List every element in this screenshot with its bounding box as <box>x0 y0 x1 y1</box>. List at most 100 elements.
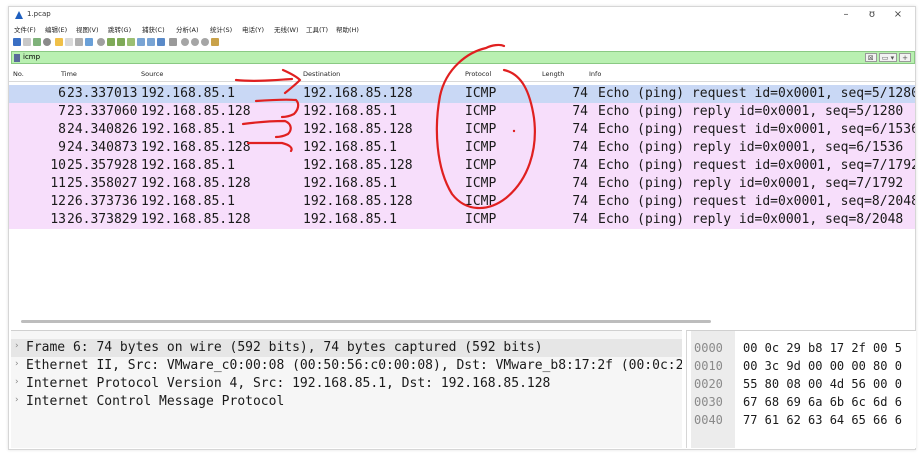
column-header-no[interactable]: No. <box>13 70 24 78</box>
title-bar: 1.pcap – ʊ × <box>9 7 915 23</box>
packet-source: 192.168.85.1 <box>141 122 235 137</box>
zoom-in-icon[interactable] <box>181 38 189 46</box>
open-file-icon[interactable] <box>55 38 63 46</box>
menu-analyze[interactable]: 分析(A) <box>176 24 199 34</box>
detail-row-ipv4[interactable]: › Internet Protocol Version 4, Src: 192.… <box>11 375 682 393</box>
expand-arrow-icon[interactable]: › <box>15 341 19 351</box>
packet-row[interactable]: 12 26.373736 192.168.85.1 192.168.85.128… <box>9 193 915 211</box>
stop-capture-icon[interactable] <box>23 38 31 46</box>
start-capture-icon[interactable] <box>13 38 21 46</box>
apply-filter-icon[interactable]: ▭ ▾ <box>878 53 898 62</box>
packet-protocol: ICMP <box>465 140 497 155</box>
bytes-line[interactable]: 0020 55 80 08 00 4d 56 00 0 <box>687 375 916 393</box>
byte-hex: 00 3c 9d 00 00 00 80 0 <box>743 359 902 373</box>
column-header-destination[interactable]: Destination <box>303 70 340 78</box>
reload-file-icon[interactable] <box>85 38 93 46</box>
column-header-source[interactable]: Source <box>141 70 163 78</box>
save-file-icon[interactable] <box>65 38 73 46</box>
byte-offset: 0020 <box>691 377 735 393</box>
menu-view[interactable]: 视图(V) <box>76 24 99 34</box>
expand-arrow-icon[interactable]: › <box>15 395 19 405</box>
packet-row[interactable]: 7 23.337060 192.168.85.128 192.168.85.1 … <box>9 103 915 121</box>
menu-telephony[interactable]: 电话(Y) <box>242 24 264 34</box>
restore-button[interactable]: ʊ <box>861 8 883 22</box>
packet-row[interactable]: 8 24.340826 192.168.85.1 192.168.85.128 … <box>9 121 915 139</box>
colorize-icon[interactable] <box>169 38 177 46</box>
find-packet-icon[interactable] <box>97 38 105 46</box>
first-packet-icon[interactable] <box>137 38 145 46</box>
column-header-protocol[interactable]: Protocol <box>465 70 491 78</box>
autoscroll-icon[interactable] <box>157 38 165 46</box>
minimize-button[interactable]: – <box>835 8 857 22</box>
packet-protocol: ICMP <box>465 104 497 119</box>
menu-file[interactable]: 文件(F) <box>14 24 36 34</box>
bytes-line[interactable]: 0040 77 61 62 63 64 65 66 6 <box>687 411 916 429</box>
resize-columns-icon[interactable] <box>211 38 219 46</box>
packet-length: 74 <box>572 122 588 137</box>
packet-no: 13 <box>50 212 66 227</box>
bytes-line[interactable]: 0000 00 0c 29 b8 17 2f 00 5 <box>687 339 916 357</box>
menu-statistics[interactable]: 统计(S) <box>210 24 232 34</box>
menu-go[interactable]: 跳转(G) <box>108 24 131 34</box>
packet-source: 192.168.85.1 <box>141 194 235 209</box>
packet-length: 74 <box>572 104 588 119</box>
close-file-icon[interactable] <box>75 38 83 46</box>
add-filter-button-icon[interactable]: + <box>899 53 911 62</box>
packet-protocol: ICMP <box>465 122 497 137</box>
column-header-length[interactable]: Length <box>542 70 564 78</box>
packet-no: 11 <box>50 176 66 191</box>
packet-time: 25.357928 <box>67 158 138 173</box>
detail-row-icmp[interactable]: › Internet Control Message Protocol <box>11 393 682 411</box>
byte-offset: 0040 <box>691 413 735 429</box>
detail-row-frame[interactable]: › Frame 6: 74 bytes on wire (592 bits), … <box>11 339 682 357</box>
normal-size-icon[interactable] <box>201 38 209 46</box>
menu-capture[interactable]: 捕获(C) <box>142 24 165 34</box>
detail-row-ethernet[interactable]: › Ethernet II, Src: VMware_c0:00:08 (00:… <box>11 357 682 375</box>
zoom-out-icon[interactable] <box>191 38 199 46</box>
menu-help[interactable]: 帮助(H) <box>336 24 359 34</box>
menu-wireless[interactable]: 无线(W) <box>274 24 299 34</box>
go-back-icon[interactable] <box>107 38 115 46</box>
packet-info: Echo (ping) reply id=0x0001, seq=5/1280 <box>598 104 904 119</box>
packet-row[interactable]: 13 26.373829 192.168.85.128 192.168.85.1… <box>9 211 915 229</box>
wireshark-window: 1.pcap – ʊ × 文件(F) 编辑(E) 视图(V) 跳转(G) 捕获(… <box>8 6 916 450</box>
bytes-line[interactable]: 0030 67 68 69 6a 6b 6c 6d 6 <box>687 393 916 411</box>
pane-splitter[interactable] <box>9 320 721 324</box>
bookmark-icon[interactable] <box>14 54 20 62</box>
close-button[interactable]: × <box>887 8 909 22</box>
packet-destination: 192.168.85.128 <box>303 122 413 137</box>
packet-row[interactable]: 9 24.340873 192.168.85.128 192.168.85.1 … <box>9 139 915 157</box>
packet-no: 9 <box>58 140 66 155</box>
wireshark-fin-icon <box>15 11 23 19</box>
menu-tools[interactable]: 工具(T) <box>306 24 328 34</box>
restart-capture-icon[interactable] <box>33 38 41 46</box>
packet-destination: 192.168.85.1 <box>303 212 397 227</box>
column-header-time[interactable]: Time <box>61 70 77 78</box>
go-to-packet-icon[interactable] <box>127 38 135 46</box>
display-filter-bar[interactable]: icmp ⊠ ▭ ▾ + <box>11 51 915 64</box>
byte-hex: 55 80 08 00 4d 56 00 0 <box>743 377 902 391</box>
packet-row[interactable]: 6 23.337013 192.168.85.1 192.168.85.128 … <box>9 85 915 103</box>
capture-options-icon[interactable] <box>43 38 51 46</box>
packet-destination: 192.168.85.1 <box>303 104 397 119</box>
expand-arrow-icon[interactable]: › <box>15 359 19 369</box>
byte-offset: 0010 <box>691 359 735 375</box>
horizontal-scrollbar[interactable] <box>21 320 711 323</box>
packet-info: Echo (ping) reply id=0x0001, seq=7/1792 <box>598 176 904 191</box>
menu-edit[interactable]: 编辑(E) <box>45 24 67 34</box>
packet-info: Echo (ping) request id=0x0001, seq=7/179… <box>598 158 915 173</box>
display-filter-input[interactable]: icmp <box>23 53 40 61</box>
go-forward-icon[interactable] <box>117 38 125 46</box>
packet-no: 12 <box>50 194 66 209</box>
column-header-info[interactable]: Info <box>589 70 601 78</box>
packet-row[interactable]: 11 25.358027 192.168.85.128 192.168.85.1… <box>9 175 915 193</box>
byte-offset: 0030 <box>691 395 735 411</box>
last-packet-icon[interactable] <box>147 38 155 46</box>
packet-row[interactable]: 10 25.357928 192.168.85.1 192.168.85.128… <box>9 157 915 175</box>
expand-arrow-icon[interactable]: › <box>15 377 19 387</box>
packet-time: 23.337060 <box>67 104 138 119</box>
packet-no: 7 <box>58 104 66 119</box>
bytes-line[interactable]: 0010 00 3c 9d 00 00 00 80 0 <box>687 357 916 375</box>
clear-filter-icon[interactable]: ⊠ <box>864 53 877 62</box>
packet-length: 74 <box>572 212 588 227</box>
